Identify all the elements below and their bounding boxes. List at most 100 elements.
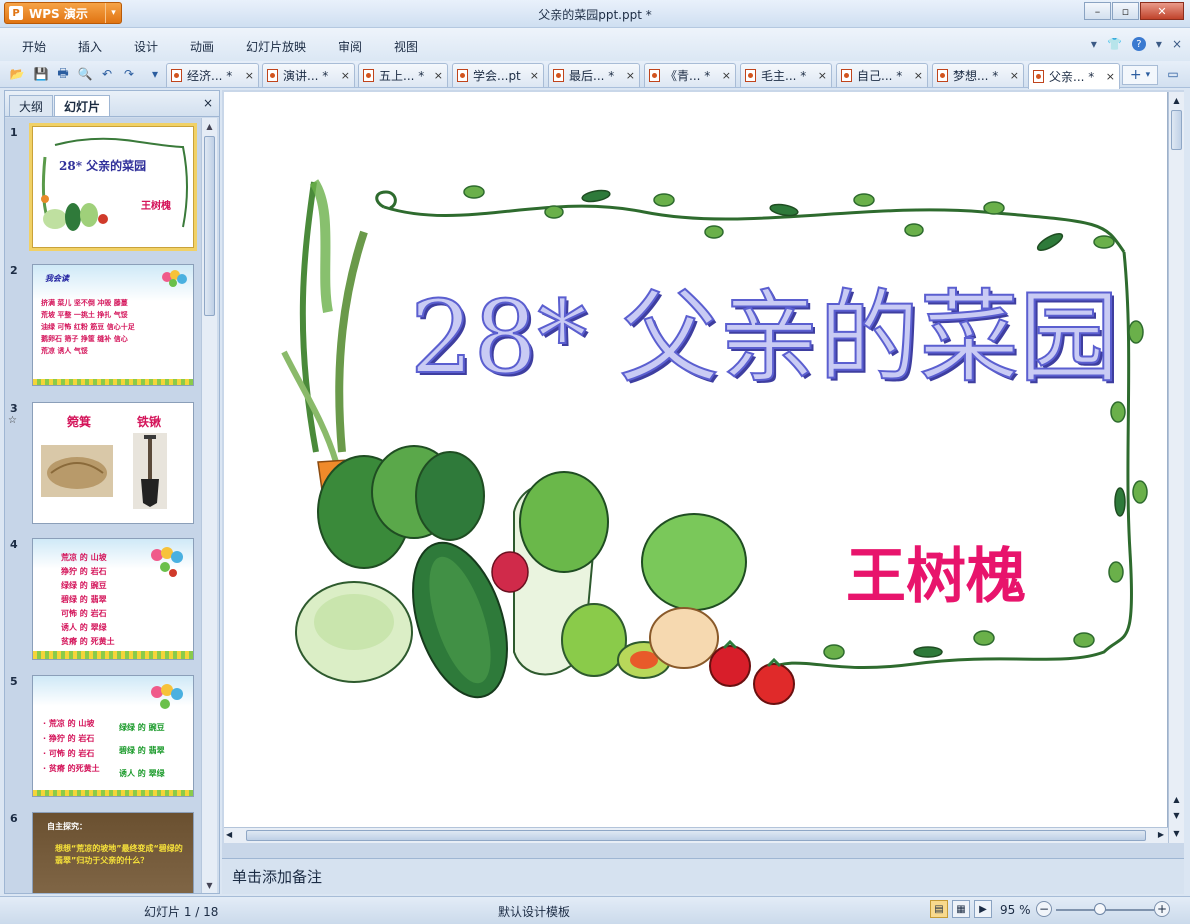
ribbon-collapse-icon[interactable]: ▾ <box>1091 37 1097 51</box>
zoom-slider-handle[interactable] <box>1094 903 1106 915</box>
skin-shirt-icon[interactable]: 👕 <box>1107 37 1122 51</box>
slide-thumbnail-2[interactable]: 我会读 挤满 菜儿 坚不倒 冲毁 藤蔓 荒坡 平整 一挑土 挣扎 气馁 油绿 可… <box>32 264 194 386</box>
thumbnail-list: 1 28* 父亲的菜园 王树槐 2 我会读 挤满 菜儿 坚不倒 冲毁 藤蔓 荒坡… <box>5 118 201 893</box>
scroll-thumb[interactable] <box>1171 110 1182 150</box>
slide-title[interactable]: 28* 父亲的菜园 <box>409 278 1120 398</box>
balloons-icon <box>151 547 183 577</box>
ppt-doc-icon <box>363 69 374 82</box>
close-icon[interactable]: × <box>335 69 350 82</box>
scroll-thumb[interactable] <box>204 136 215 316</box>
doc-tab-7[interactable]: 毛主... * × <box>740 63 832 87</box>
scroll-right-icon[interactable]: ▶ <box>1158 830 1164 839</box>
design-template-name[interactable]: 默认设计模板 <box>498 903 570 920</box>
menu-review[interactable]: 审阅 <box>338 38 362 55</box>
ppt-doc-icon <box>841 69 852 82</box>
help-dropdown-icon[interactable]: ▾ <box>1156 37 1162 51</box>
ppt-doc-icon <box>171 69 182 82</box>
scroll-down-page-icon[interactable]: ▼ <box>1169 825 1184 841</box>
slide-artwork <box>281 179 1148 705</box>
close-icon[interactable]: × <box>524 69 539 82</box>
doc-tab-9[interactable]: 梦想... * × <box>932 63 1024 87</box>
slideshow-play-icon[interactable]: ▶ <box>974 900 992 918</box>
ppt-doc-icon <box>649 69 660 82</box>
save-icon[interactable]: 💾 <box>32 65 50 83</box>
window-list-icon[interactable]: ▭ <box>1164 65 1182 83</box>
slide-number: 6 <box>10 812 18 825</box>
help-icon[interactable]: ? <box>1131 37 1146 51</box>
menu-design[interactable]: 设计 <box>134 38 158 55</box>
ppt-doc-icon <box>937 69 948 82</box>
menu-insert[interactable]: 插入 <box>78 38 102 55</box>
balloons-icon <box>162 270 187 287</box>
slides-panel: 大纲 幻灯片 × 1 28* 父亲的菜园 王树槐 2 我会读 挤满 菜儿 坚不倒… <box>4 90 220 894</box>
menu-animation[interactable]: 动画 <box>190 38 214 55</box>
normal-view-icon[interactable]: ▤ <box>930 900 948 918</box>
tab-slides[interactable]: 幻灯片 <box>54 95 111 116</box>
slide-thumbnail-1[interactable]: 28* 父亲的菜园 王树槐 <box>29 123 197 251</box>
close-icon[interactable]: × <box>239 69 254 82</box>
close-icon[interactable]: × <box>716 69 731 82</box>
close-icon[interactable]: × <box>1004 69 1019 82</box>
scroll-left-icon[interactable]: ◀ <box>226 830 232 839</box>
menu-slideshow[interactable]: 幻灯片放映 <box>246 38 306 55</box>
doc-tab-1[interactable]: 经济... * × <box>166 63 259 87</box>
slide-thumbnail-6[interactable]: 自主探究： 想想“荒凉的坡地”最终变成“碧绿的翡翠”归功于父亲的什么？ <box>32 812 194 893</box>
doc-tab-6[interactable]: 《青... * × <box>644 63 736 87</box>
doc-tab-active[interactable]: 父亲... * × <box>1028 63 1120 89</box>
window-title: 父亲的菜园ppt.ppt * <box>538 8 652 22</box>
print-preview-icon[interactable]: 🔍 <box>76 65 94 83</box>
maximize-button[interactable]: ▫ <box>1112 2 1139 20</box>
doc-tab-4[interactable]: 学会...pt × <box>452 63 544 87</box>
zoom-level[interactable]: 95 % <box>1000 903 1031 917</box>
slide-sorter-icon[interactable]: ▦ <box>952 900 970 918</box>
close-icon[interactable]: × <box>428 69 443 82</box>
zoom-in-button[interactable]: + <box>1154 901 1170 917</box>
slide-thumbnail-3[interactable]: 箢箕 铁锹 <box>32 402 194 524</box>
slide-thumbnail-5[interactable]: · 荒凉 的 山坡 · 狰狞 的 岩石 · 可怖 的 岩石 · 贫瘠 的死黄土 … <box>32 675 194 797</box>
doc-tab-8[interactable]: 自己... * × <box>836 63 928 87</box>
basket-image <box>41 445 113 497</box>
undo-icon[interactable]: ↶ <box>98 65 116 83</box>
open-folder-icon[interactable]: 📂 <box>8 65 26 83</box>
scroll-up-icon[interactable]: ▲ <box>1169 92 1184 108</box>
thumb-heading: 自主探究： <box>47 822 87 831</box>
scroll-up-page-icon[interactable]: ▲ <box>1169 791 1184 807</box>
slide-author[interactable]: 王树槐 <box>846 528 1026 615</box>
menu-home[interactable]: 开始 <box>22 38 46 55</box>
close-button[interactable]: ✕ <box>1140 2 1184 20</box>
menu-bar: 开始 插入 设计 动画 幻灯片放映 审阅 视图 ▾ 👕 ? ▾ × <box>0 28 1190 61</box>
scroll-thumb[interactable] <box>246 830 1146 841</box>
close-icon[interactable]: × <box>1100 70 1115 83</box>
close-icon[interactable]: × <box>203 96 213 110</box>
close-icon[interactable]: × <box>908 69 923 82</box>
doc-tab-2[interactable]: 演讲... * × <box>262 63 355 87</box>
menu-view[interactable]: 视图 <box>394 38 418 55</box>
scroll-down-icon[interactable]: ▼ <box>1169 807 1184 823</box>
slide-counter: 幻灯片 1 / 18 <box>144 905 219 919</box>
thumb-title: 28* 父亲的菜园 <box>59 159 147 173</box>
redo-icon[interactable]: ↷ <box>120 65 138 83</box>
zoom-out-button[interactable]: − <box>1036 901 1052 917</box>
ribbon-close-icon[interactable]: × <box>1172 37 1182 51</box>
tab-outline[interactable]: 大纲 <box>9 95 54 116</box>
notes-pane[interactable]: 单击添加备注 <box>222 858 1184 894</box>
print-icon[interactable]: 🖶 <box>54 65 72 83</box>
minimize-button[interactable]: – <box>1084 2 1111 20</box>
new-tab-button[interactable]: + ▾ <box>1122 65 1158 85</box>
shovel-image <box>133 433 167 509</box>
editor-horizontal-scrollbar[interactable]: ◀ ▶ <box>224 827 1168 843</box>
thumbnail-scrollbar[interactable]: ▲ ▼ <box>201 118 217 893</box>
editor-vertical-scrollbar[interactable]: ▲ ▲ ▼ ▼ <box>1168 92 1184 843</box>
thumb-left-column: · 荒凉 的 山坡 · 狰狞 的 岩石 · 可怖 的 岩石 · 贫瘠 的死黄土 <box>43 719 100 773</box>
quick-access-dropdown-icon[interactable]: ▾ <box>146 65 164 83</box>
close-icon[interactable]: × <box>620 69 635 82</box>
doc-tab-5[interactable]: 最后... * × <box>548 63 640 87</box>
vegetable-frame-thumb <box>33 127 193 247</box>
scroll-up-icon[interactable]: ▲ <box>202 118 217 134</box>
current-slide[interactable]: 28* 父亲的菜园 王树槐 <box>224 92 1168 827</box>
slide-thumbnail-4[interactable]: 荒凉 的 山坡 狰狞 的 岩石 绿绿 的 豌豆 碧绿 的 翡翠 可怖 的 岩石 … <box>32 538 194 660</box>
doc-tab-3[interactable]: 五上... * × <box>358 63 448 87</box>
scroll-down-icon[interactable]: ▼ <box>202 877 217 893</box>
close-icon[interactable]: × <box>812 69 827 82</box>
thumb-heading: 我会读 <box>45 274 69 283</box>
